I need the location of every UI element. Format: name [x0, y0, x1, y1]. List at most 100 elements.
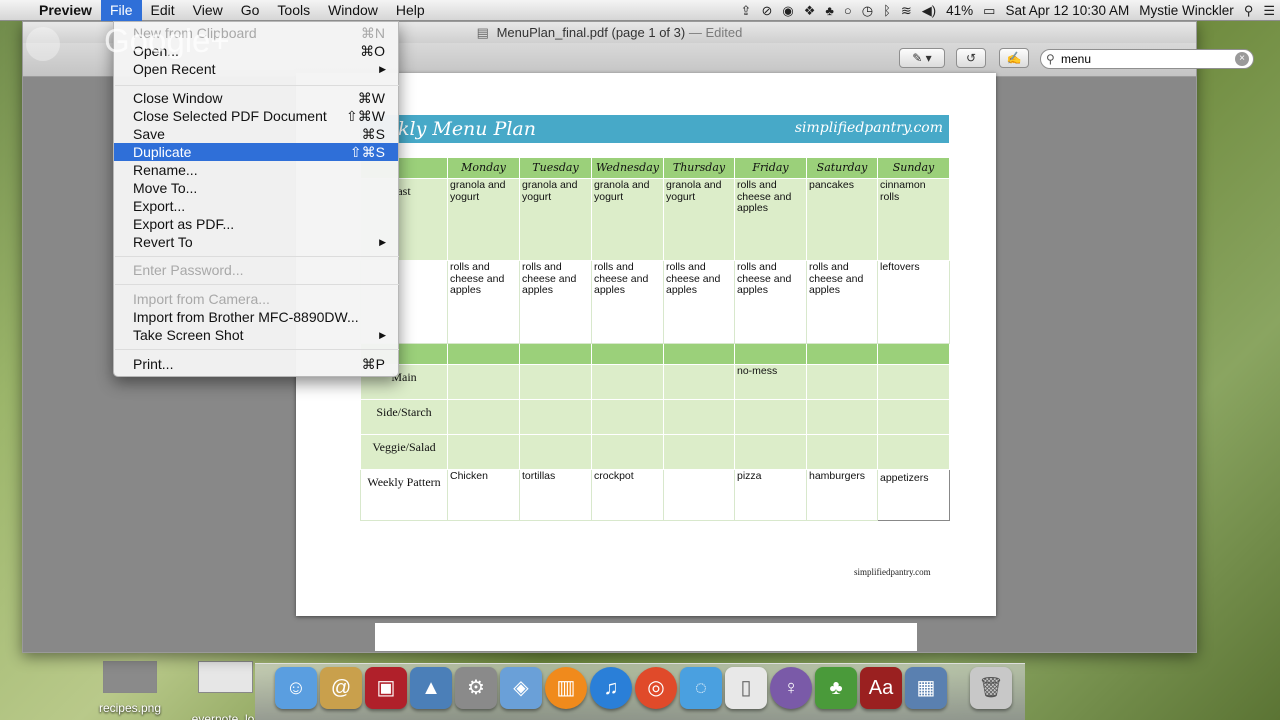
bluetooth-icon[interactable]: ᛒ [878, 3, 896, 18]
menu-item-import-brother[interactable]: Import from Brother MFC-8890DW... [114, 308, 398, 326]
preview-dock-icon[interactable]: ▦ [905, 667, 947, 709]
upload-icon[interactable]: ⇪ [736, 3, 757, 19]
table-cell: granola and yogurt [519, 178, 592, 261]
day-header: Saturday [806, 157, 878, 179]
search-field[interactable]: ⚲ menu × [1040, 49, 1254, 69]
table-cell: rolls and cheese and apples [734, 260, 807, 344]
chrome-icon[interactable]: ◎ [635, 667, 677, 709]
table-cell[interactable]: appetizers [877, 469, 950, 521]
menu-go[interactable]: Go [232, 0, 269, 21]
menu-app-name[interactable]: Preview [30, 0, 101, 21]
table-row: Main no-mess [360, 364, 950, 400]
user-name[interactable]: Mystie Winckler [1134, 3, 1239, 18]
edited-status[interactable]: — Edited [689, 25, 742, 40]
itunes-icon[interactable]: ♫ [590, 667, 632, 709]
menu-item-duplicate[interactable]: Duplicate ⇧⌘S [114, 143, 398, 161]
clock[interactable]: Sat Apr 12 10:30 AM [1000, 3, 1134, 18]
menu-item-move-to[interactable]: Move To... [114, 179, 398, 197]
edit-toolbar-button[interactable]: ✍ [999, 48, 1029, 68]
dictionary-icon[interactable]: Aa [860, 667, 902, 709]
google-plus-logo: Google+ [104, 22, 230, 59]
table-cell: Chicken [447, 469, 520, 521]
menu-tools[interactable]: Tools [268, 0, 319, 21]
table-cell: granola and yogurt [663, 178, 735, 261]
day-header: Sunday [877, 157, 950, 179]
menu-help[interactable]: Help [387, 0, 434, 21]
table-cell [877, 399, 950, 435]
photo-booth-icon[interactable]: ▣ [365, 667, 407, 709]
menu-item-close-window[interactable]: Close Window ⌘W [114, 89, 398, 107]
table-cell [591, 434, 664, 470]
page-footer: simplifiedpantry.com [854, 567, 931, 577]
table-cell: no-mess [734, 364, 807, 400]
recipes-file-icon[interactable] [103, 661, 157, 693]
tor-icon[interactable]: ♀ [770, 667, 812, 709]
submenu-arrow-icon: ▶ [379, 330, 386, 340]
table-cell [663, 364, 735, 400]
search-icon: ⚲ [1046, 52, 1055, 66]
iphoto-icon[interactable]: ▲ [410, 667, 452, 709]
messages-icon[interactable]: ◌ [680, 667, 722, 709]
desktop-item-recipes[interactable]: recipes.png [90, 701, 170, 715]
menu-edit[interactable]: Edit [142, 0, 184, 21]
table-cell: crockpot [591, 469, 664, 521]
chat-icon[interactable]: ○ [839, 3, 857, 18]
finder-icon[interactable]: ☺ [275, 667, 317, 709]
trash-icon[interactable]: 🗑 [970, 667, 1012, 709]
system-preferences-icon[interactable]: ⚙ [455, 667, 497, 709]
table-cell [806, 434, 878, 470]
clear-search-icon[interactable]: × [1235, 52, 1249, 66]
table-cell [447, 399, 520, 435]
table-cell: rolls and cheese and apples [663, 260, 735, 344]
contacts-icon[interactable]: @ [320, 667, 362, 709]
table-cell: rolls and cheese and apples [734, 178, 807, 261]
document-icon[interactable]: ▯ [725, 667, 767, 709]
search-value: menu [1061, 52, 1092, 66]
table-cell: rolls and cheese and apples [591, 260, 664, 344]
spotlight-icon[interactable]: ⚲ [1239, 3, 1259, 19]
menu-view[interactable]: View [184, 0, 232, 21]
menu-item-export[interactable]: Export... [114, 197, 398, 215]
markup-pen-button[interactable]: ✎ ▾ [899, 48, 945, 68]
menu-item-import-camera: Import from Camera... [133, 291, 270, 307]
table-cell: cinnamon rolls [877, 178, 950, 261]
ibooks-icon[interactable]: ▥ [545, 667, 587, 709]
time-machine-icon[interactable]: ◷ [857, 3, 878, 19]
table-cell: tortillas [519, 469, 592, 521]
evernote-file-icon[interactable] [198, 661, 253, 693]
menu-plan-table: Monday Tuesday Wednesday Thursday Friday… [360, 157, 950, 521]
menu-file[interactable]: File [100, 0, 142, 21]
dropbox-icon[interactable]: ❖ [799, 3, 821, 19]
menu-item-close-selected-pdf[interactable]: Close Selected PDF Document ⇧⌘W [114, 107, 398, 125]
sync-icon[interactable]: ⊘ [756, 3, 777, 19]
evernote-dock-icon[interactable]: ♣ [815, 667, 857, 709]
table-cell [734, 434, 807, 470]
table-cell: pizza [734, 469, 807, 521]
menu-item-save[interactable]: Save ⌘S [114, 125, 398, 143]
pdf-page-next[interactable] [375, 623, 917, 651]
menu-plan-banner: kly Menu Plan simplifiedpantry.com [360, 115, 949, 143]
wifi-icon[interactable]: ≋ [896, 3, 917, 19]
pdf-document-icon: ▤ [476, 25, 489, 40]
table-cell: hamburgers [806, 469, 878, 521]
day-header: Tuesday [519, 157, 592, 179]
record-icon[interactable]: ◉ [777, 3, 798, 19]
menu-window[interactable]: Window [319, 0, 387, 21]
evernote-icon[interactable]: ♣ [820, 3, 839, 18]
table-cell [591, 399, 664, 435]
menu-item-print[interactable]: Print... ⌘P [114, 355, 398, 373]
table-cell [877, 364, 950, 400]
preview-app-icon[interactable]: ◈ [500, 667, 542, 709]
notification-center-icon[interactable]: ☰ [1258, 3, 1280, 19]
menu-item-revert-to[interactable]: Revert To ▶ [114, 233, 398, 251]
menu-item-take-screenshot[interactable]: Take Screen Shot ▶ [114, 326, 398, 344]
rotate-button[interactable]: ↺ [956, 48, 986, 68]
menu-bar: Preview File Edit View Go Tools Window H… [0, 0, 1280, 21]
menu-item-rename[interactable]: Rename... [114, 161, 398, 179]
volume-icon[interactable]: ◀) [917, 3, 941, 19]
menu-item-export-pdf[interactable]: Export as PDF... [114, 215, 398, 233]
battery-icon: ▭ [983, 2, 996, 18]
window-title: MenuPlan_final.pdf (page 1 of 3) [496, 25, 686, 40]
battery-percent[interactable]: 41% [941, 3, 978, 18]
menu-separator [115, 349, 399, 350]
